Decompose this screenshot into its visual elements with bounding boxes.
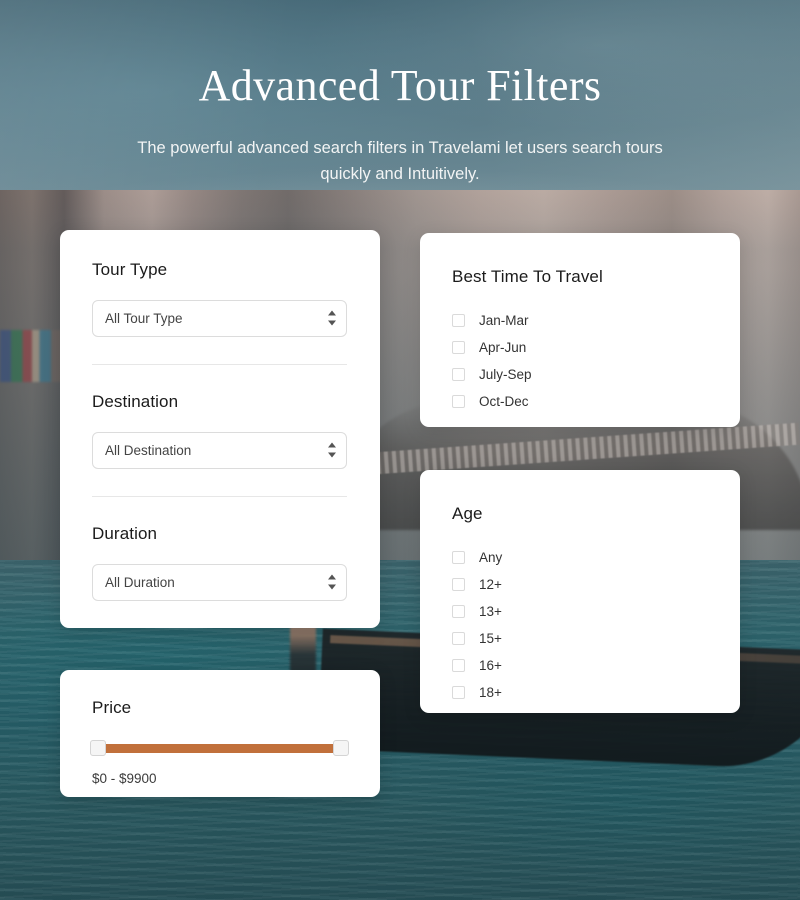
divider-tour-type [92,363,347,365]
checkbox-label: 18+ [479,684,502,700]
tour-type-label: Tour Type [92,259,168,279]
filters-container: Tour Type All Tour Type Destination All … [0,229,800,850]
page-subtitle: The powerful advanced search filters in … [137,139,663,183]
age-options: Any 12+ 13+ 15+ 16+ 18+ [452,544,708,706]
checkbox-icon[interactable] [452,550,465,564]
checkbox-row-18-plus[interactable]: 18+ [452,679,708,706]
price-range-slider[interactable] [90,739,349,756]
card-tour-options: Tour Type All Tour Type Destination All … [60,229,380,628]
checkbox-icon[interactable] [452,631,465,645]
duration-select-wrap: All Duration [92,563,348,601]
destination-select-value: All Destination [105,442,192,458]
checkbox-row-oct-dec[interactable]: Oct-Dec [452,388,708,415]
destination-select[interactable]: All Destination [92,431,347,469]
price-label: Price [92,697,132,717]
checkbox-row-13-plus[interactable]: 13+ [452,598,708,625]
age-label: Age [452,503,483,523]
divider-destination [92,495,347,497]
tour-type-select-value: All Tour Type [105,310,183,326]
best-time-label: Best Time To Travel [452,266,603,286]
checkbox-row-apr-jun[interactable]: Apr-Jun [452,334,708,361]
checkbox-row-12-plus[interactable]: 12+ [452,571,708,598]
checkbox-row-jan-mar[interactable]: Jan-Mar [452,307,708,334]
checkbox-label: July-Sep [479,366,532,382]
best-time-options: Jan-Mar Apr-Jun July-Sep Oct-Dec [452,307,708,415]
page-title: Advanced Tour Filters [198,61,602,110]
duration-select-value: All Duration [105,574,175,590]
checkbox-row-any[interactable]: Any [452,544,708,571]
checkbox-icon[interactable] [452,394,465,408]
checkbox-label: 15+ [479,630,502,646]
checkbox-icon[interactable] [452,658,465,672]
filter-group-tour-type: Tour Type All Tour Type [92,260,348,337]
price-slider-track[interactable] [92,743,347,753]
checkbox-row-july-sep[interactable]: July-Sep [452,361,708,388]
checkbox-label: Any [479,549,503,565]
checkbox-label: Apr-Jun [479,339,527,355]
checkbox-row-15-plus[interactable]: 15+ [452,625,708,652]
checkbox-label: Jan-Mar [479,312,529,328]
checkbox-icon[interactable] [452,367,465,381]
card-age: Age Any 12+ 13+ 15+ 16+ 18+ [420,469,740,713]
filter-group-duration: Duration All Duration [92,524,348,601]
checkbox-row-16-plus[interactable]: 16+ [452,652,708,679]
destination-label: Destination [92,391,179,411]
checkbox-label: 13+ [479,603,502,619]
checkbox-label: 16+ [479,657,502,673]
card-price: Price $0 - $9900 [60,669,380,797]
price-slider-handle-min[interactable] [90,739,106,756]
checkbox-icon[interactable] [452,340,465,354]
checkbox-icon[interactable] [452,577,465,591]
checkbox-icon[interactable] [452,685,465,699]
duration-select[interactable]: All Duration [92,563,347,601]
tour-type-select-wrap: All Tour Type [92,299,348,337]
checkbox-label: 12+ [479,576,502,592]
hero-section: Advanced Tour Filters The powerful advan… [0,0,800,188]
filter-group-destination: Destination All Destination [92,392,348,469]
checkbox-label: Oct-Dec [479,393,529,409]
page-root: Advanced Tour Filters The powerful advan… [0,0,800,900]
duration-label: Duration [92,523,158,543]
card-best-time-to-travel: Best Time To Travel Jan-Mar Apr-Jun July… [420,232,740,427]
price-slider-handle-max[interactable] [333,739,349,756]
price-range-value: $0 - $9900 [92,770,157,786]
checkbox-icon[interactable] [452,313,465,327]
checkbox-icon[interactable] [452,604,465,618]
destination-select-wrap: All Destination [92,431,348,469]
tour-type-select[interactable]: All Tour Type [92,299,347,337]
